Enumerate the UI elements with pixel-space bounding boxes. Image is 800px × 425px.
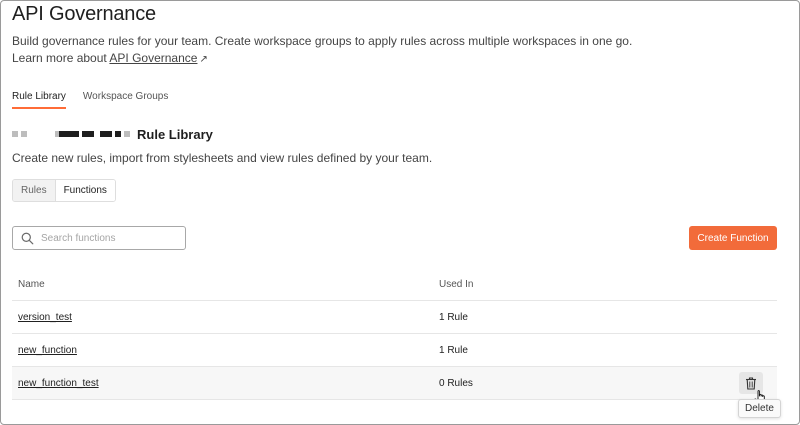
learn-more-prefix: Learn more about: [12, 51, 110, 65]
tab-rule-library[interactable]: Rule Library: [12, 91, 66, 109]
column-header-name: Name: [18, 278, 45, 290]
used-in-value: 0 Rules: [439, 377, 473, 389]
learn-more: Learn more about API Governance ↗: [12, 51, 208, 65]
used-in-value: 1 Rule: [439, 344, 468, 356]
trash-icon: [746, 376, 756, 390]
search-input[interactable]: [41, 232, 181, 244]
functions-table: Name Used In version_test 1 Rule new_fun…: [12, 268, 777, 400]
view-switcher: Rules Functions: [12, 179, 116, 202]
section-title: Rule Library: [137, 126, 213, 142]
search-icon: [21, 232, 34, 244]
table-header: Name Used In: [12, 268, 777, 301]
external-link-icon: ↗: [199, 54, 208, 65]
tabs: Rule Library Workspace Groups: [12, 91, 168, 109]
redacted-team-name: [12, 126, 133, 142]
used-in-value: 1 Rule: [439, 311, 468, 323]
function-name-link[interactable]: new_function_test: [18, 378, 99, 389]
table-row[interactable]: new_function_test 0 Rules: [12, 367, 777, 400]
section-description: Create new rules, import from stylesheet…: [12, 151, 433, 165]
api-governance-link[interactable]: API Governance: [109, 51, 197, 65]
search-box[interactable]: [12, 226, 186, 250]
page-title: API Governance: [12, 3, 156, 25]
table-row[interactable]: version_test 1 Rule: [12, 301, 777, 334]
function-name-link[interactable]: version_test: [18, 312, 72, 323]
function-name-link[interactable]: new_function: [18, 345, 77, 356]
table-row[interactable]: new_function 1 Rule: [12, 334, 777, 367]
create-function-button[interactable]: Create Function: [689, 226, 777, 250]
delete-tooltip: Delete: [738, 399, 781, 418]
section-header: Rule Library: [12, 126, 213, 142]
tab-workspace-groups[interactable]: Workspace Groups: [83, 91, 168, 109]
segment-rules[interactable]: Rules: [13, 180, 55, 201]
page-subtitle: Build governance rules for your team. Cr…: [12, 34, 633, 48]
segment-functions[interactable]: Functions: [54, 180, 115, 201]
column-header-used-in: Used In: [439, 278, 474, 290]
